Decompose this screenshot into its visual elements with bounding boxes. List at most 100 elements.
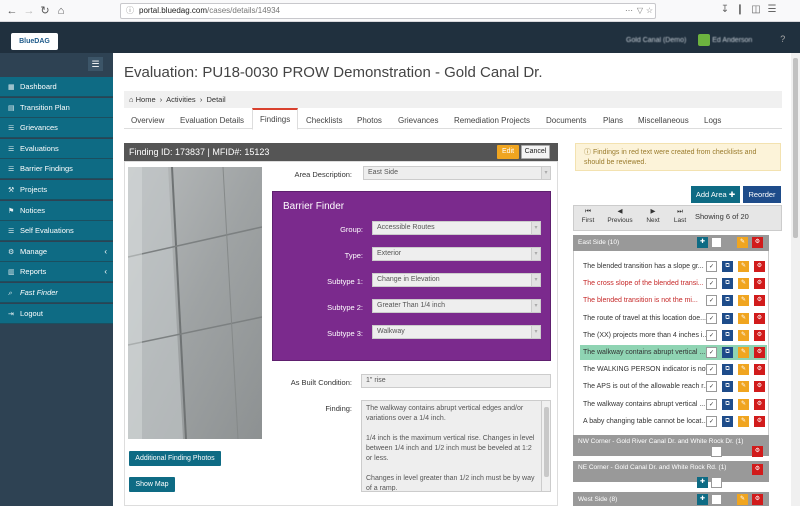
add-finding-icon[interactable]: ✚ — [697, 237, 708, 248]
pager-last[interactable]: ⏭ Last — [665, 207, 695, 225]
pocket-icon[interactable]: ▽ — [637, 4, 643, 18]
breadcrumb-activities[interactable]: Activities — [166, 95, 196, 104]
page-actions-icon[interactable]: ⋯ — [625, 4, 633, 18]
add-area-button[interactable]: Add Area ✚ — [691, 186, 740, 203]
subtype2-select[interactable]: Greater Than 1/4 inch ▾ — [372, 299, 541, 313]
back-icon[interactable]: ← — [5, 4, 19, 18]
sidebar-item-notices[interactable]: ⚑ Notices — [0, 200, 113, 221]
sidebar-item-evaluations[interactable]: ☰ Evaluations — [0, 138, 113, 159]
checklist-icon[interactable]: ✓ — [711, 494, 722, 505]
gear-icon[interactable]: ⚙ — [754, 381, 765, 393]
menu-icon[interactable]: ☰ — [765, 4, 779, 15]
sidebar-item-grievances[interactable]: ☰ Grievances — [0, 118, 113, 139]
reload-icon[interactable]: ↻ — [38, 4, 52, 18]
tab-checklists[interactable]: Checklists — [306, 112, 342, 129]
edit-icon[interactable]: ✎ — [738, 364, 749, 376]
gear-icon[interactable]: ⚙ — [752, 464, 763, 475]
copy-icon[interactable]: ⧉ — [722, 415, 733, 427]
tab-evaluation-details[interactable]: Evaluation Details — [180, 112, 244, 129]
downloads-icon[interactable]: ↧ — [718, 4, 732, 15]
gear-icon[interactable]: ⚙ — [754, 347, 765, 358]
checklist-icon[interactable]: ✓ — [706, 312, 717, 324]
area-description-select[interactable]: East Side ▾ — [363, 166, 551, 180]
checklist-icon[interactable]: ✓ — [706, 398, 717, 410]
forward-icon[interactable]: → — [22, 4, 36, 18]
finding-scrollbar[interactable] — [541, 400, 551, 492]
finding-photo[interactable] — [128, 167, 262, 439]
gear-icon[interactable]: ⚙ — [752, 237, 763, 248]
area-header-ne-corner[interactable]: NE Corner - Gold Canal Dr. and White Roc… — [573, 461, 769, 482]
edit-icon[interactable]: ✎ — [737, 237, 748, 248]
page-scrollbar[interactable] — [791, 53, 800, 506]
breadcrumb-home[interactable]: Home — [136, 95, 156, 104]
copy-icon[interactable]: ⧉ — [722, 398, 733, 410]
gear-icon[interactable]: ⚙ — [754, 364, 765, 376]
tab-miscellaneous[interactable]: Miscellaneous — [638, 112, 689, 129]
checklist-icon[interactable]: ✓ — [706, 381, 717, 393]
sidebar-item-barrier-findings[interactable]: ☰ Barrier Findings — [0, 159, 113, 180]
pager-previous[interactable]: ◀ Previous — [605, 207, 635, 225]
checklist-icon[interactable]: ✓ — [711, 446, 722, 457]
sidebar-item-reports[interactable]: ▥ Reports ‹ — [0, 262, 113, 283]
additional-finding-photos-button[interactable]: Additional Finding Photos — [129, 451, 221, 466]
checklist-icon[interactable]: ✓ — [706, 415, 717, 427]
group-select[interactable]: Accessible Routes ▾ — [372, 221, 541, 235]
copy-icon[interactable]: ⧉ — [722, 329, 733, 341]
edit-icon[interactable]: ✎ — [738, 278, 749, 290]
gear-icon[interactable]: ⚙ — [754, 312, 765, 324]
checklist-icon[interactable]: ✓ — [706, 364, 717, 376]
tab-overview[interactable]: Overview — [131, 112, 164, 129]
checklist-icon[interactable]: ✓ — [706, 261, 717, 272]
edit-icon[interactable]: ✎ — [738, 347, 749, 358]
avatar[interactable] — [698, 34, 711, 47]
add-finding-icon[interactable]: ✚ — [697, 477, 708, 488]
gear-icon[interactable]: ⚙ — [754, 261, 765, 272]
edit-icon[interactable]: ✎ — [738, 261, 749, 272]
sidebar-item-logout[interactable]: ⇥ Logout — [0, 303, 113, 324]
checklist-icon[interactable]: ✓ — [706, 329, 717, 341]
sidebar-collapse-icon[interactable]: ☰ — [88, 57, 103, 71]
checklist-icon[interactable]: ✓ — [706, 295, 717, 307]
user-name[interactable]: Ed Anderson — [712, 37, 752, 44]
as-built-field[interactable]: 1" rise — [361, 374, 551, 388]
tab-plans[interactable]: Plans — [603, 112, 623, 129]
org-name[interactable]: Gold Canal (Demo) — [626, 37, 686, 44]
gear-icon[interactable]: ⚙ — [754, 295, 765, 307]
pager-next[interactable]: ▶ Next — [638, 207, 668, 225]
copy-icon[interactable]: ⧉ — [722, 364, 733, 376]
tab-photos[interactable]: Photos — [357, 112, 382, 129]
gear-icon[interactable]: ⚙ — [752, 494, 763, 505]
help-icon[interactable]: ? — [780, 34, 785, 44]
sidebar-toggle-icon[interactable]: ◫ — [749, 4, 763, 15]
edit-icon[interactable]: ✎ — [737, 494, 748, 505]
tab-documents[interactable]: Documents — [546, 112, 586, 129]
copy-icon[interactable]: ⧉ — [722, 261, 733, 272]
pager-first[interactable]: ⏮ First — [573, 207, 603, 225]
finding-textarea[interactable]: The walkway contains abrupt vertical edg… — [361, 400, 542, 492]
checklist-icon[interactable]: ✓ — [706, 347, 717, 358]
copy-icon[interactable]: ⧉ — [722, 381, 733, 393]
cancel-button[interactable]: Cancel — [521, 145, 550, 159]
address-bar[interactable]: ⓘ portal.bluedag.com/cases/details/14934… — [120, 3, 656, 19]
checklist-icon[interactable]: ✓ — [706, 278, 717, 290]
tab-logs[interactable]: Logs — [704, 112, 721, 129]
sidebar-item-dashboard[interactable]: ▦ Dashboard — [0, 77, 113, 97]
reorder-button[interactable]: Reorder — [743, 186, 781, 203]
sidebar-item-projects[interactable]: ⚒ Projects — [0, 180, 113, 200]
gear-icon[interactable]: ⚙ — [754, 398, 765, 410]
edit-icon[interactable]: ✎ — [738, 415, 749, 427]
sidebar-item-transition-plan[interactable]: ▤ Transition Plan — [0, 97, 113, 118]
edit-icon[interactable]: ✎ — [738, 398, 749, 410]
gear-icon[interactable]: ⚙ — [754, 415, 765, 427]
tab-findings[interactable]: Findings — [252, 108, 299, 130]
edit-icon[interactable]: ✎ — [738, 329, 749, 341]
subtype3-select[interactable]: Walkway ▾ — [372, 325, 541, 339]
copy-icon[interactable]: ⧉ — [722, 295, 733, 307]
bookmark-star-icon[interactable]: ☆ — [646, 4, 653, 18]
edit-button[interactable]: Edit — [497, 145, 519, 159]
tab-grievances[interactable]: Grievances — [398, 112, 438, 129]
edit-icon[interactable]: ✎ — [738, 295, 749, 307]
copy-icon[interactable]: ⧉ — [722, 347, 733, 358]
bluedag-logo[interactable]: BlueDAG — [11, 33, 58, 50]
library-icon[interactable]: ❙ — [733, 4, 747, 15]
